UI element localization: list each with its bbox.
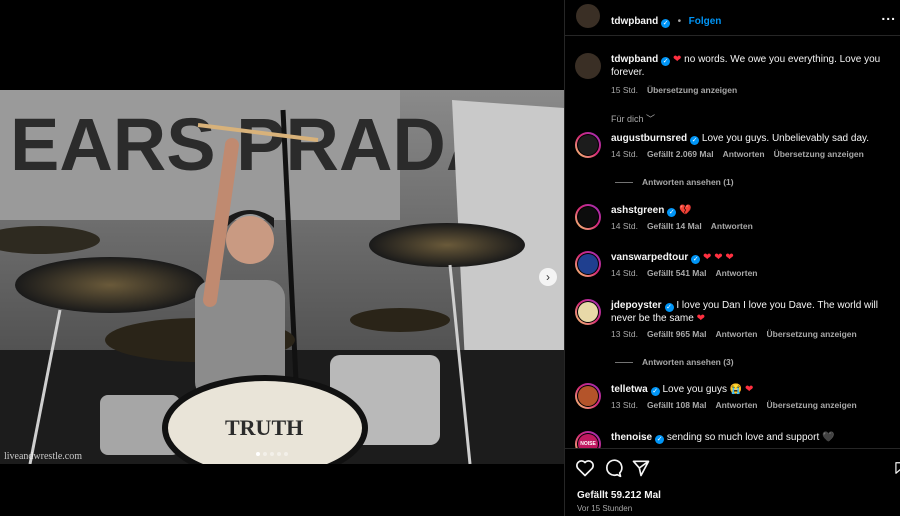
translate-link[interactable]: Übersetzung anzeigen (767, 329, 857, 339)
sort-label: Für dich (611, 114, 644, 124)
comment-text: vanswarpedtour ✓ ❤ ❤ ❤ (611, 251, 889, 264)
comment-username[interactable]: telletwa (611, 384, 648, 395)
commenter-avatar[interactable] (575, 299, 601, 325)
translate-link[interactable]: Übersetzung anzeigen (647, 85, 737, 95)
view-replies-button[interactable]: Antworten ansehen (1) (615, 177, 734, 187)
view-replies-button[interactable]: Antworten ansehen (3) (615, 357, 734, 367)
verified-badge-icon: ✓ (691, 255, 701, 264)
translate-link[interactable]: Übersetzung anzeigen (774, 149, 864, 159)
media-pane: EARS PRADA TRUTH › liveandwrestle.com (0, 0, 564, 516)
author-username[interactable]: tdwpband (611, 16, 658, 27)
emoji-icon: 😭 ❤ (729, 384, 754, 395)
emoji-icon: ❤ (696, 313, 705, 324)
comment-time: 13 Std. (611, 329, 638, 339)
post-header: tdwpband ✓ • Folgen ... (565, 0, 900, 36)
caption-meta: 15 Std. Übersetzung anzeigen (611, 85, 746, 95)
comments-list: tdwpband ✓ ❤ no words. We owe you everyth… (565, 37, 900, 448)
carousel-dot (277, 452, 281, 456)
carousel-dot (284, 452, 288, 456)
verified-badge-icon: ✓ (661, 57, 671, 66)
comment-meta: 14 Std. Gefällt 14 Mal Antworten (611, 221, 762, 231)
separator-dot: • (677, 16, 682, 27)
post-timestamp: Vor 15 Stunden (577, 504, 633, 513)
heart-emoji-icon: ❤ (673, 54, 682, 65)
emoji-icon: ❤ ❤ ❤ (703, 252, 734, 263)
more-options-icon[interactable]: ... (881, 7, 896, 23)
comment-text: jdepoyster ✓ I love you Dan I love you Da… (611, 299, 889, 325)
banner-text: EARS PRADA (10, 103, 499, 186)
reply-button[interactable]: Antworten (723, 149, 765, 159)
reply-button[interactable]: Antworten (715, 329, 757, 339)
carousel-dot (263, 452, 267, 456)
verified-badge-icon: ✓ (650, 387, 660, 396)
comment-text: augustburnsred ✓ Love you guys. Unbelieva… (611, 132, 889, 145)
reply-button[interactable]: Antworten (711, 221, 753, 231)
comment-body: Love you guys. Unbelievably sad day. (701, 133, 870, 144)
verified-badge-icon: ✓ (664, 303, 674, 312)
comment-time: 14 Std. (611, 149, 638, 159)
comment-likes[interactable]: Gefällt 965 Mal (647, 329, 707, 339)
verified-badge-icon: ✓ (667, 208, 677, 217)
likes-count[interactable]: Gefällt 59.212 Mal (577, 490, 661, 501)
sort-dropdown[interactable]: Für dich ﹀ (611, 112, 655, 125)
reply-button[interactable]: Antworten (715, 268, 757, 278)
share-paper-plane-icon[interactable] (631, 458, 651, 478)
comment-username[interactable]: thenoise (611, 432, 652, 443)
comment-body: sending so much love and support (666, 432, 820, 443)
commenter-avatar[interactable] (575, 132, 601, 158)
emoji-icon: 💔 (679, 205, 692, 216)
carousel-dot (270, 452, 274, 456)
commenter-avatar[interactable] (575, 204, 601, 230)
chevron-down-icon: ﹀ (646, 114, 656, 124)
caption-username[interactable]: tdwpband (611, 54, 658, 65)
comment-username[interactable]: vanswarpedtour (611, 252, 688, 263)
author-avatar-small[interactable] (575, 53, 601, 79)
post-side-panel: tdwpband ✓ • Folgen ... tdwpband ✓ ❤ no wo… (564, 0, 900, 516)
post-photo[interactable]: EARS PRADA TRUTH (0, 90, 564, 464)
comment-text: ashstgreen ✓ 💔 (611, 204, 889, 217)
reply-button[interactable]: Antworten (715, 400, 757, 410)
verified-badge-icon: ✓ (690, 136, 700, 145)
comment-time: 14 Std. (611, 221, 638, 231)
drum-logo-text: TRUTH (225, 415, 303, 440)
comment-time: 13 Std. (611, 400, 638, 410)
carousel-dots (256, 452, 288, 456)
comment-time: 14 Std. (611, 268, 638, 278)
comment-likes[interactable]: Gefällt 541 Mal (647, 268, 707, 278)
comment-username[interactable]: jdepoyster (611, 300, 662, 311)
comment-bubble-icon[interactable] (603, 458, 623, 478)
carousel-dot (256, 452, 260, 456)
comment-likes[interactable]: Gefällt 2.069 Mal (647, 149, 714, 159)
comment-text: thenoise ✓ sending so much love and suppo… (611, 431, 889, 444)
commenter-avatar[interactable] (575, 251, 601, 277)
comment-meta: 13 Std. Gefällt 108 Mal Antworten Übersetzu… (611, 400, 866, 410)
verified-badge-icon: ✓ (655, 435, 665, 444)
comment-likes[interactable]: Gefällt 108 Mal (647, 400, 707, 410)
caption-time: 15 Std. (611, 85, 638, 95)
comment-meta: 14 Std. Gefällt 2.069 Mal Antworten Überset… (611, 149, 873, 159)
next-slide-button[interactable]: › (539, 268, 557, 286)
bookmark-icon[interactable] (893, 458, 900, 478)
like-heart-icon[interactable] (575, 458, 595, 478)
comment-username[interactable]: augustburnsred (611, 133, 687, 144)
comment-username[interactable]: ashstgreen (611, 205, 664, 216)
drummer-photo: EARS PRADA TRUTH (0, 90, 564, 464)
comment-meta: 13 Std. Gefällt 965 Mal Antworten Übersetzu… (611, 329, 866, 339)
caption-text: tdwpband ✓ ❤ no words. We owe you everyth… (611, 53, 889, 79)
action-bar: Gefällt 59.212 Mal Vor 15 Stunden (565, 448, 900, 516)
comment-text: telletwa ✓ Love you guys 😭 ❤ (611, 383, 889, 396)
comment-body: Love you guys (662, 384, 727, 395)
emoji-icon: 🖤 (822, 432, 835, 443)
author-avatar[interactable] (576, 4, 600, 28)
follow-button[interactable]: Folgen (689, 16, 722, 27)
commenter-avatar[interactable]: NOISE (575, 431, 601, 448)
comment-likes[interactable]: Gefällt 14 Mal (647, 221, 702, 231)
photo-watermark: liveandwrestle.com (4, 451, 83, 462)
commenter-avatar[interactable] (575, 383, 601, 409)
comment-meta: 14 Std. Gefällt 541 Mal Antworten (611, 268, 767, 278)
translate-link[interactable]: Übersetzung anzeigen (767, 400, 857, 410)
verified-badge-icon: ✓ (661, 19, 671, 28)
